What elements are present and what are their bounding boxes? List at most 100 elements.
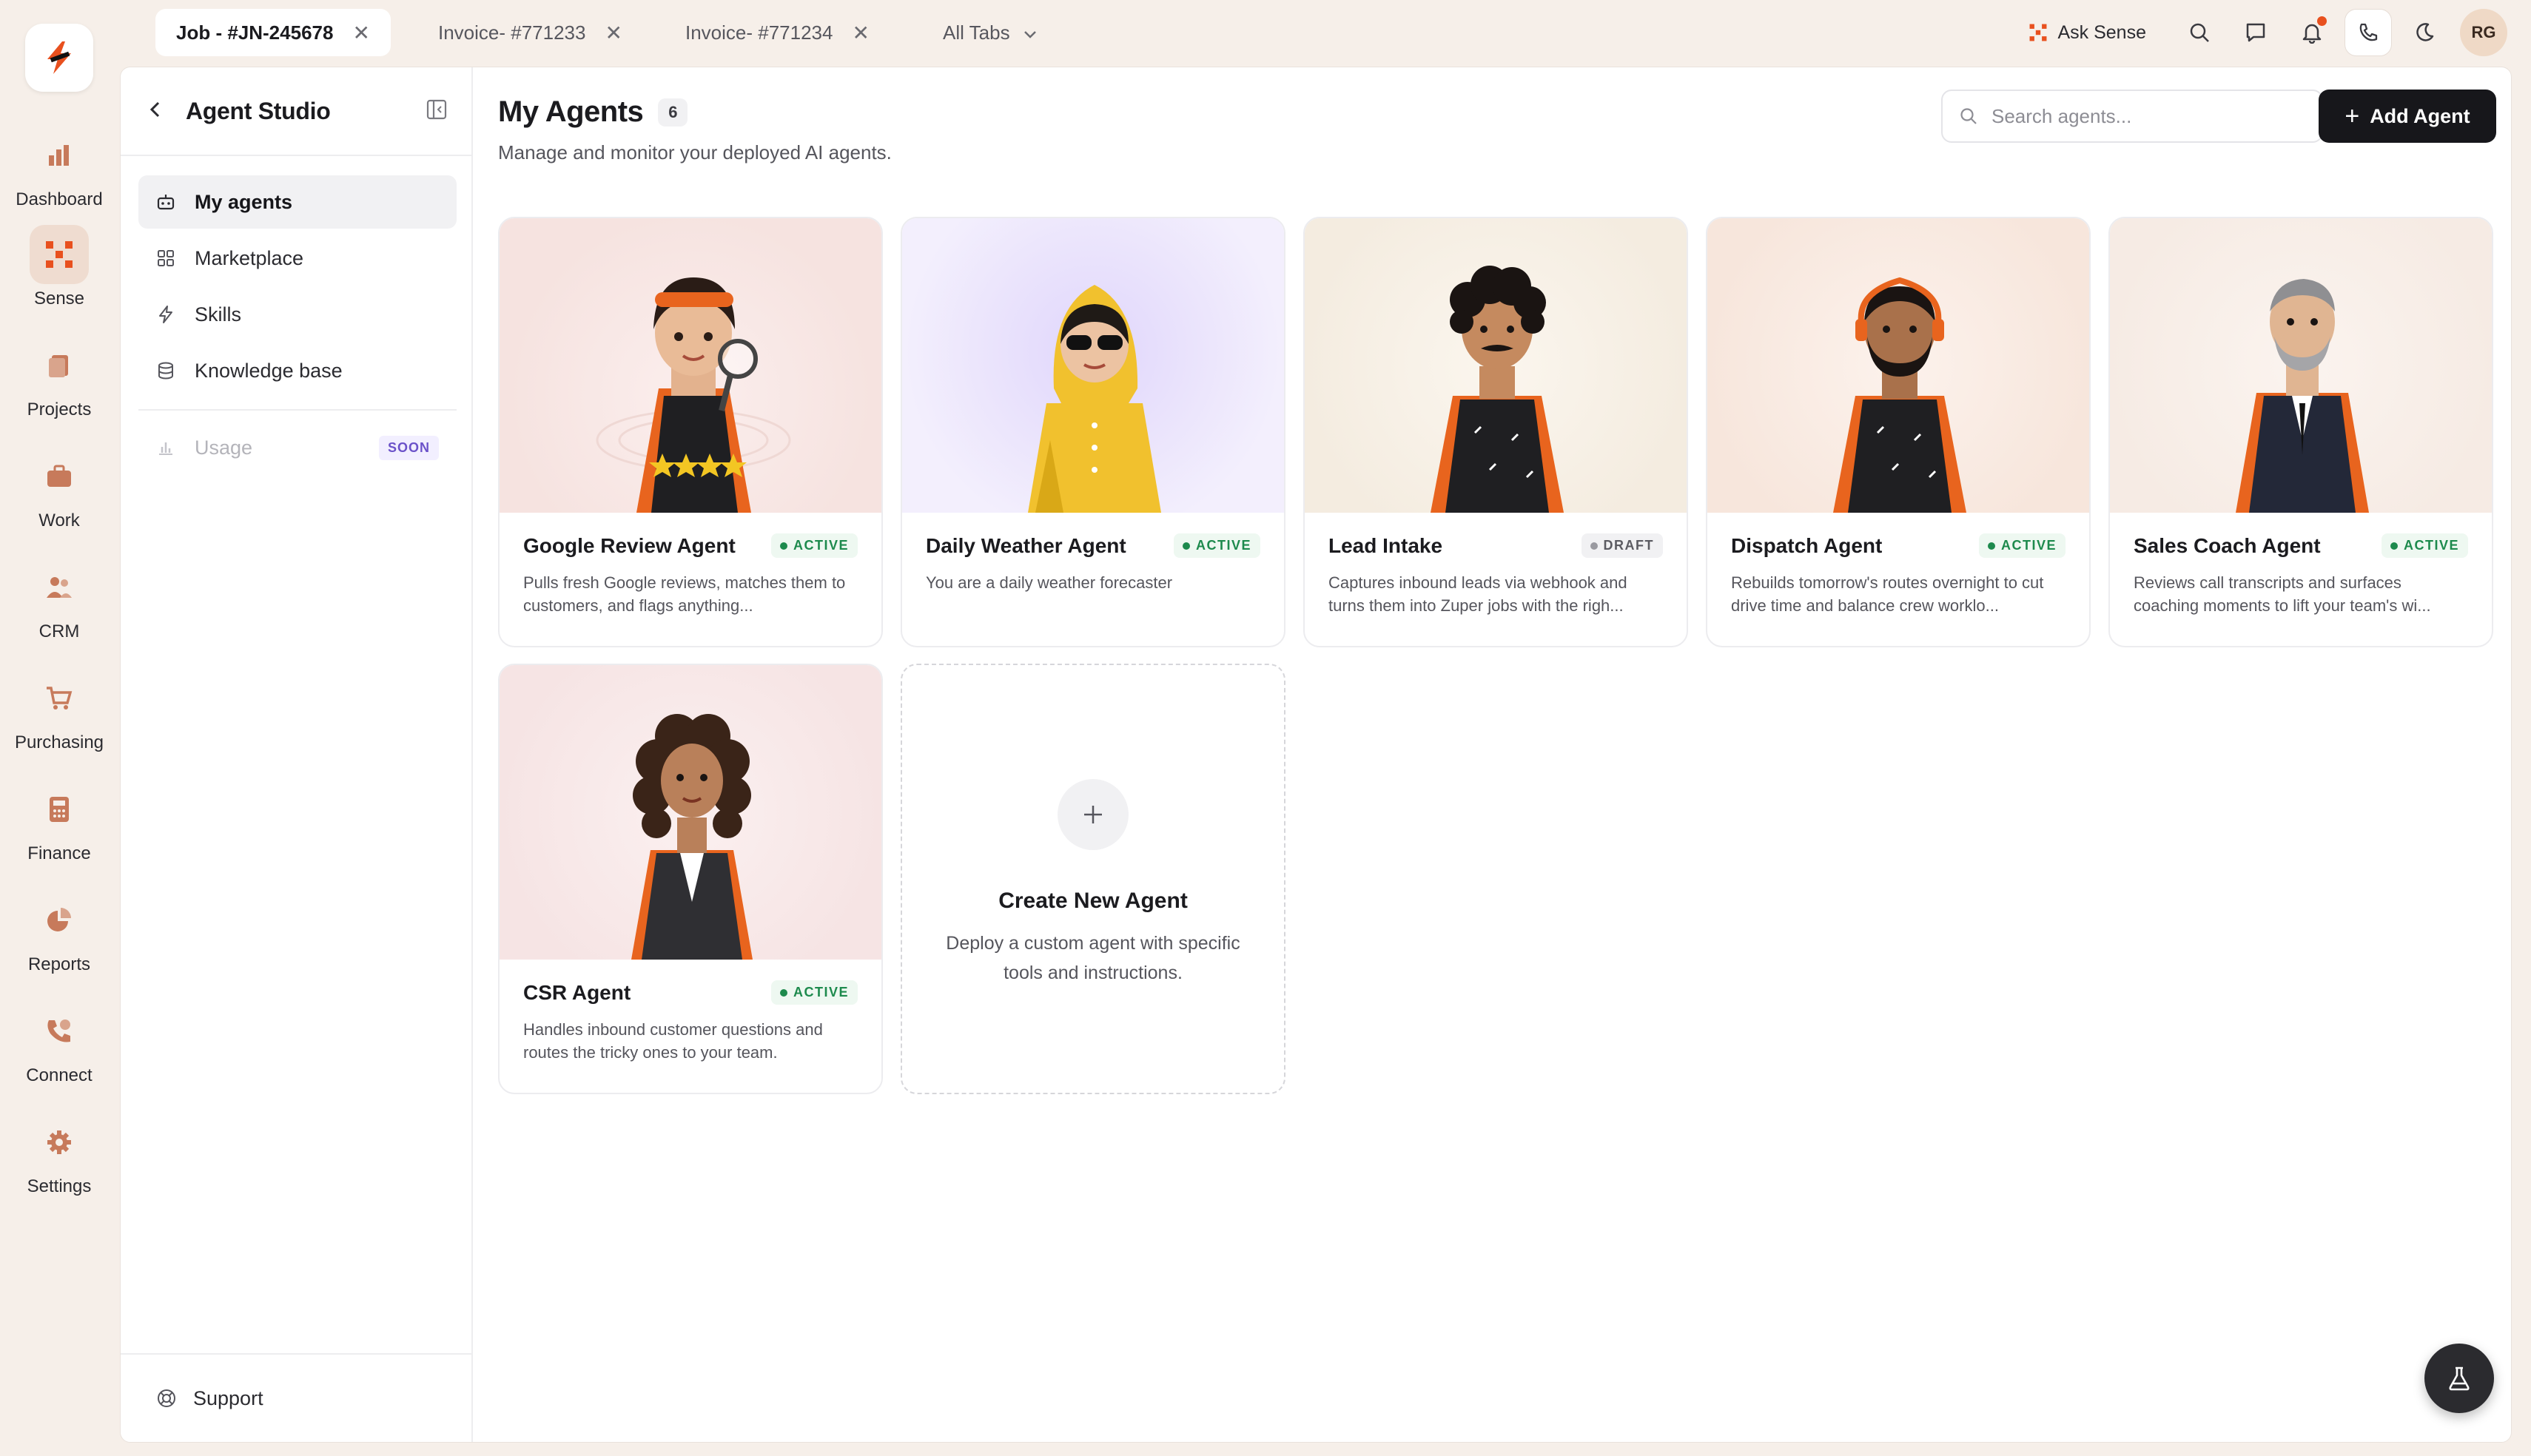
sidebar-item-skills[interactable]: Skills (138, 288, 457, 341)
rail-item-finance[interactable]: Finance (0, 780, 118, 864)
agent-card[interactable]: Google Review Agent ACTIVE Pulls fresh G… (498, 217, 883, 647)
moon-icon[interactable] (2401, 9, 2448, 56)
gear-icon (30, 1113, 89, 1172)
rail-item-projects[interactable]: Projects (0, 336, 118, 420)
agent-description: Reviews call transcripts and surfaces co… (2134, 573, 2431, 615)
collapse-sidebar-icon[interactable] (426, 98, 448, 124)
robot-icon (156, 192, 178, 212)
back-icon[interactable] (147, 100, 164, 123)
rail-label: Projects (27, 400, 92, 419)
search-icon (1960, 108, 1977, 124)
avatar[interactable]: RG (2460, 9, 2507, 56)
support-link[interactable]: Support (121, 1353, 471, 1442)
status-badge: DRAFT (1581, 533, 1663, 558)
tab-label: Invoice- #771234 (685, 21, 833, 44)
rail-label: Reports (27, 954, 91, 974)
search-agents-input[interactable]: Search agents... (1941, 90, 2323, 143)
pie-chart-icon (30, 891, 89, 950)
agent-name: Google Review Agent (523, 533, 736, 557)
rail-item-purchasing[interactable]: Purchasing (0, 669, 118, 753)
agent-avatar-image (2110, 218, 2492, 513)
status-badge: ACTIVE (770, 533, 858, 558)
soon-badge: SOON (378, 435, 439, 460)
rail-item-settings[interactable]: Settings (0, 1113, 118, 1197)
page-subtitle: Manage and monitor your deployed AI agen… (498, 141, 892, 164)
ask-sense-button[interactable]: Ask Sense (2028, 22, 2146, 44)
lightning-icon (156, 305, 178, 324)
sidebar-item-label: Knowledge base (195, 359, 343, 382)
sidebar-header: Agent Studio (121, 67, 471, 156)
agent-card[interactable]: CSR Agent ACTIVE Handles inbound custome… (498, 664, 883, 1094)
rail-label: Purchasing (14, 732, 104, 752)
sidebar-item-marketplace[interactable]: Marketplace (138, 232, 457, 285)
page-title: My Agents 6 (498, 95, 688, 129)
rail-item-work[interactable]: Work (0, 447, 118, 531)
agent-card[interactable]: Daily Weather Agent ACTIVE You are a dai… (901, 217, 1285, 647)
close-icon[interactable]: ✕ (605, 21, 622, 45)
page-title-text: My Agents (498, 95, 644, 128)
lab-flask-button[interactable] (2424, 1344, 2494, 1413)
bar-chart-icon (30, 126, 89, 185)
agent-description: Captures inbound leads via webhook and t… (1328, 573, 1627, 615)
all-tabs-dropdown[interactable]: All Tabs (922, 9, 1058, 56)
users-icon (30, 558, 89, 617)
sidebar-item-knowledge-base[interactable]: Knowledge base (138, 344, 457, 397)
ask-sense-label: Ask Sense (2057, 21, 2146, 43)
flask-icon (2449, 1366, 2470, 1391)
chat-icon[interactable] (2232, 9, 2279, 56)
search-icon[interactable] (2176, 9, 2223, 56)
rail-label: Sense (33, 289, 85, 309)
plus-icon: + (2345, 101, 2360, 130)
close-icon[interactable]: ✕ (852, 21, 869, 45)
rail-label: Work (38, 510, 80, 530)
add-agent-button[interactable]: + Add Agent (2319, 90, 2496, 143)
close-icon[interactable]: ✕ (352, 21, 369, 45)
agent-name: Lead Intake (1328, 533, 1443, 557)
create-new-agent-card[interactable]: Create New Agent Deploy a custom agent w… (901, 664, 1285, 1094)
tab-job[interactable]: Job - #JN-245678 ✕ (155, 9, 391, 56)
tab-label: Job - #JN-245678 (176, 21, 334, 44)
sidebar-item-my-agents[interactable]: My agents (138, 175, 457, 229)
sidebar-item-label: Skills (195, 303, 242, 326)
briefcase-icon (30, 447, 89, 506)
agent-count-badge: 6 (658, 98, 688, 127)
calculator-icon (30, 780, 89, 839)
agent-card[interactable]: Dispatch Agent ACTIVE Rebuilds tomorrow'… (1706, 217, 2091, 647)
rail-label: Settings (27, 1176, 92, 1196)
projects-icon (30, 336, 89, 395)
agent-avatar-image (902, 218, 1284, 513)
rail-item-sense[interactable]: Sense (0, 225, 118, 309)
rail-label: CRM (38, 621, 80, 641)
bell-icon[interactable] (2288, 9, 2336, 56)
agent-avatar-image (500, 218, 881, 513)
rail-item-connect[interactable]: Connect (0, 1002, 118, 1086)
search-placeholder: Search agents... (1991, 104, 2132, 127)
tab-invoice-771234[interactable]: Invoice- #771234 ✕ (665, 9, 890, 56)
status-badge: ACTIVE (2381, 533, 2468, 558)
app-logo[interactable] (25, 24, 93, 92)
agent-card[interactable]: Sales Coach Agent ACTIVE Reviews call tr… (2108, 217, 2493, 647)
logo-icon (47, 41, 71, 74)
tab-label: Invoice- #771233 (438, 21, 586, 44)
sense-grid-icon (2030, 24, 2047, 41)
agent-name: Dispatch Agent (1731, 533, 1883, 557)
rail-item-crm[interactable]: CRM (0, 558, 118, 642)
rail-label: Connect (26, 1065, 93, 1085)
rail-item-dashboard[interactable]: Dashboard (0, 126, 118, 210)
phone-icon[interactable] (2345, 9, 2392, 56)
sidebar-item-label: Usage (195, 436, 253, 459)
database-icon (156, 361, 178, 380)
agent-card[interactable]: Lead Intake DRAFT Captures inbound leads… (1303, 217, 1688, 647)
tab-invoice-771233[interactable]: Invoice- #771233 ✕ (417, 9, 643, 56)
plus-icon (1058, 779, 1129, 850)
agent-avatar-image (500, 665, 881, 960)
rail-label: Finance (27, 843, 91, 863)
sidebar-item-label: My agents (195, 190, 293, 213)
agent-name: Sales Coach Agent (2134, 533, 2321, 557)
sidebar-title: Agent Studio (186, 97, 331, 124)
lifebuoy-icon (156, 1388, 177, 1409)
rail-item-reports[interactable]: Reports (0, 891, 118, 975)
status-badge: ACTIVE (1173, 533, 1260, 558)
agent-description: You are a daily weather forecaster (926, 573, 1173, 592)
grid-icon (156, 249, 178, 268)
